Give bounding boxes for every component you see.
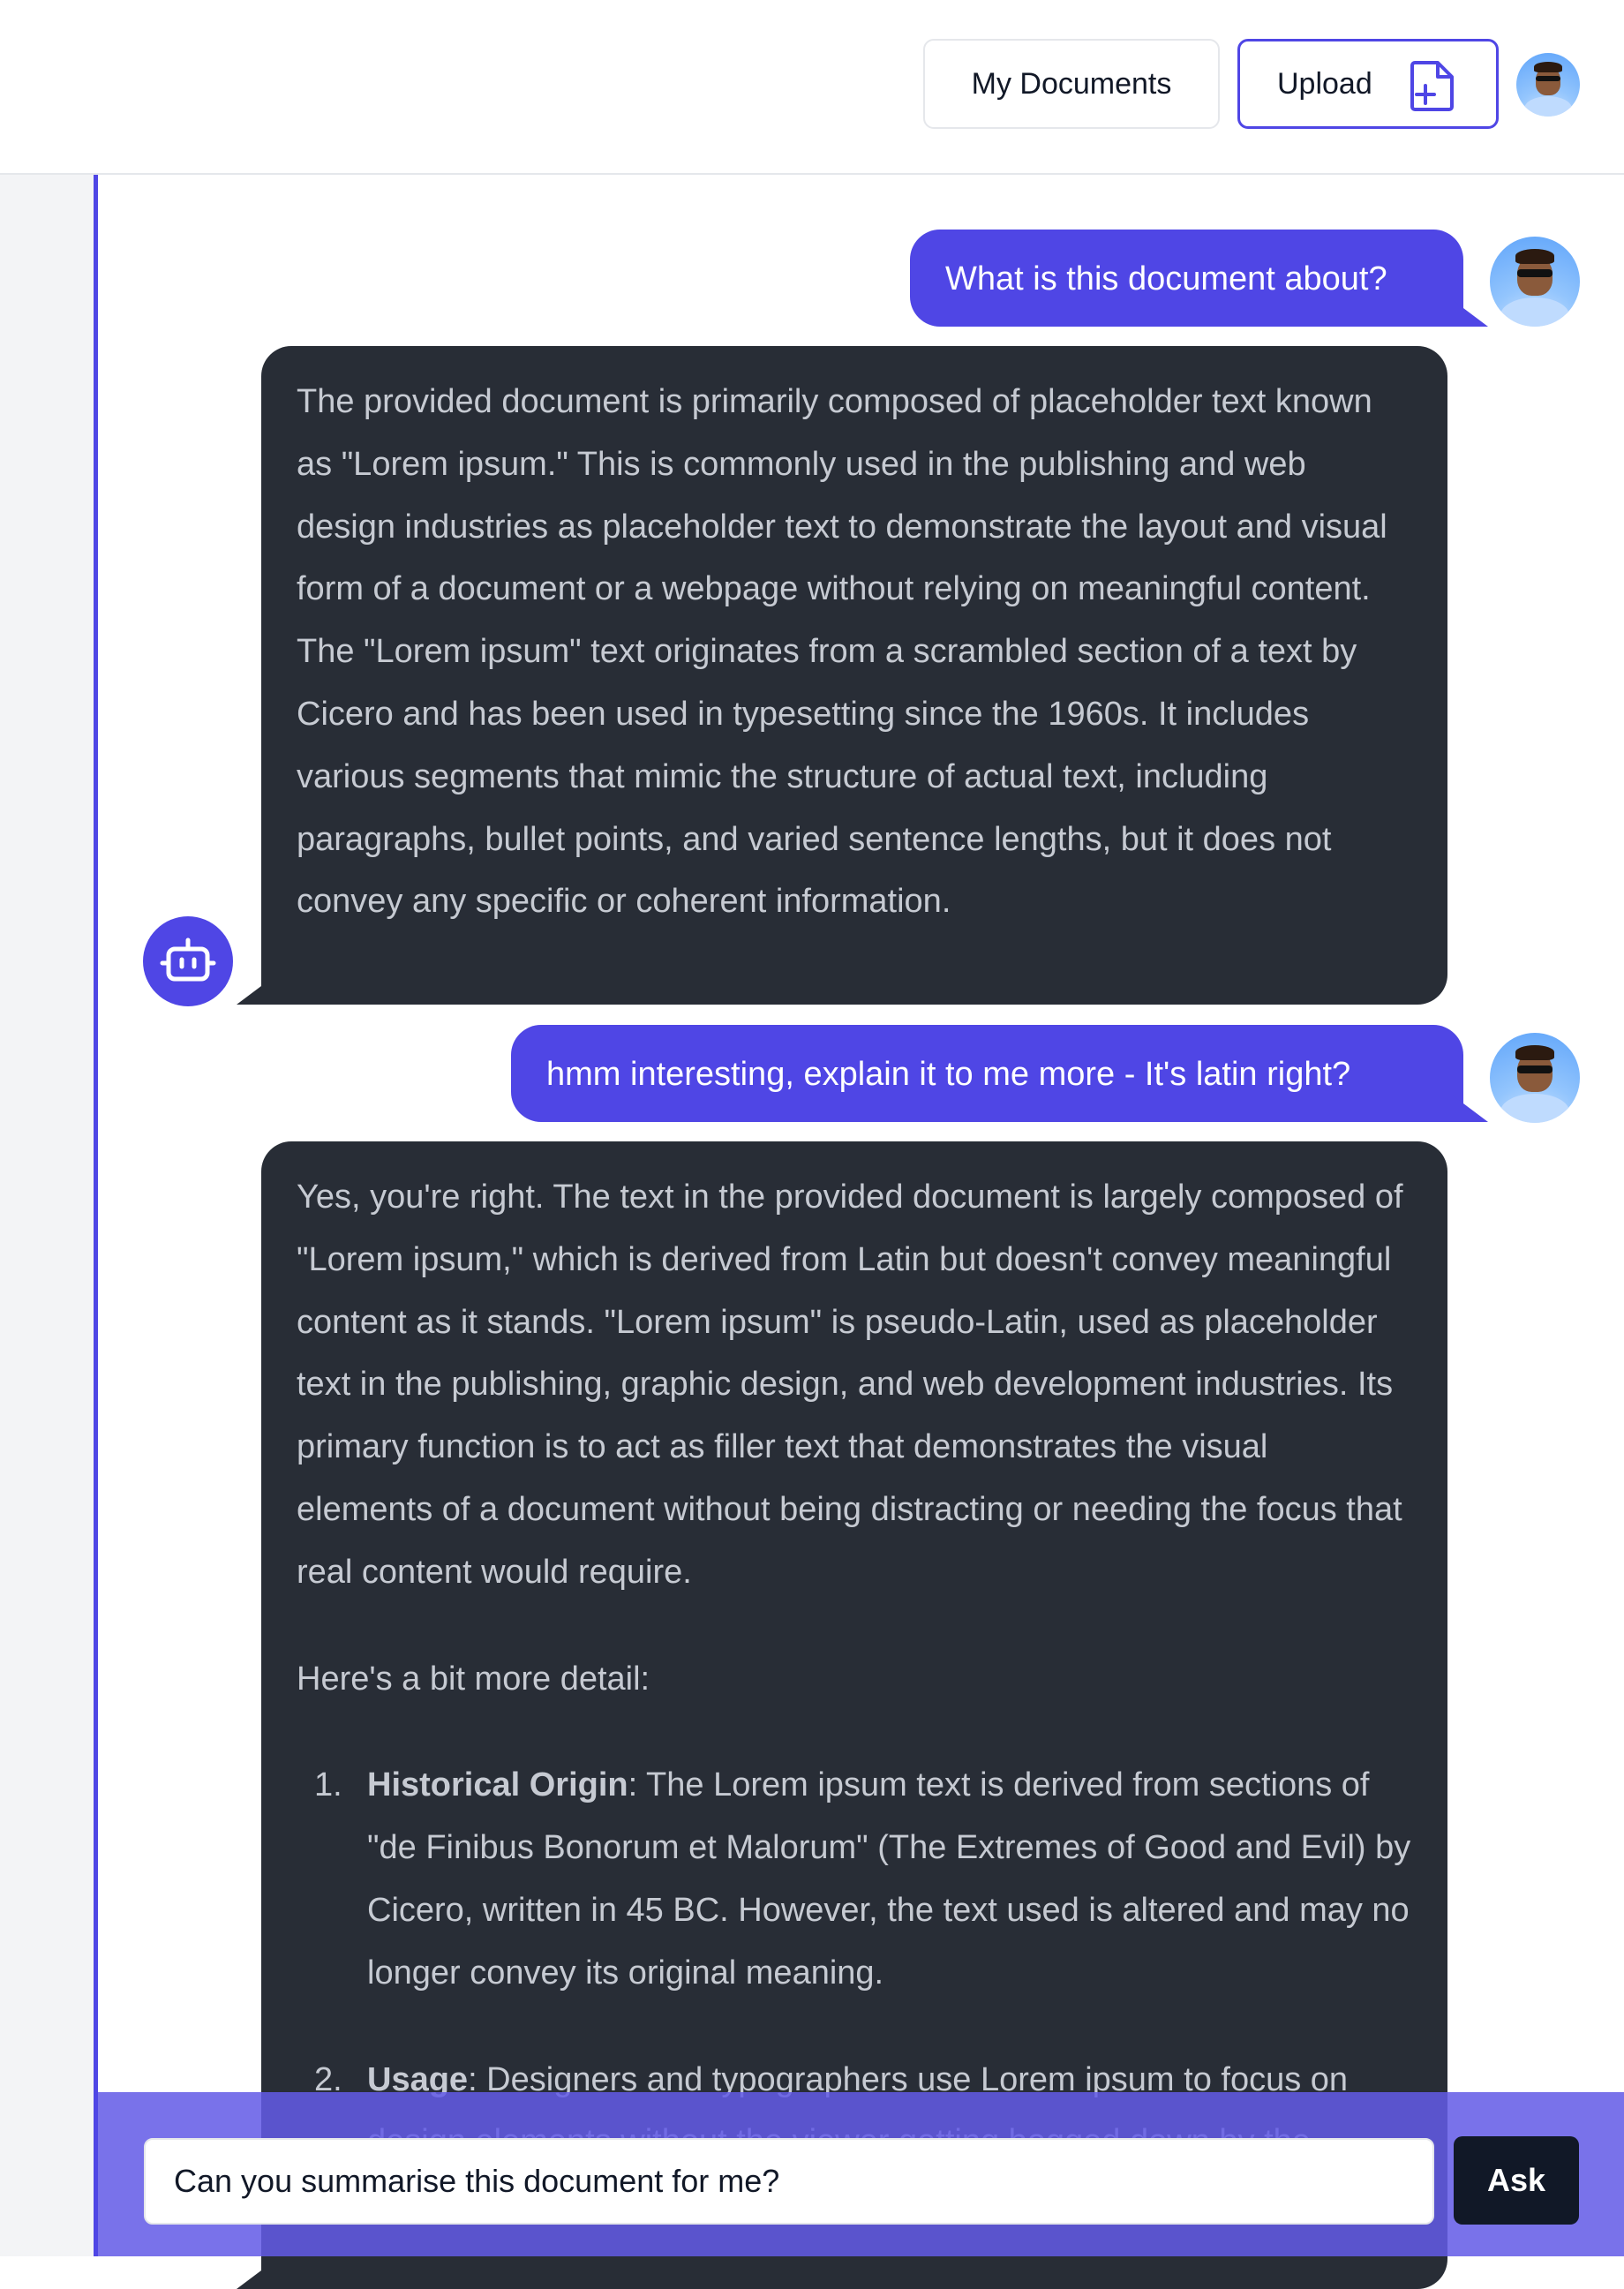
ask-button[interactable]: Ask: [1454, 2136, 1579, 2225]
bot-message: The provided document is primarily compo…: [261, 346, 1447, 1005]
user-avatar[interactable]: [1516, 53, 1580, 117]
upload-button[interactable]: Upload: [1237, 39, 1499, 129]
file-plus-icon: [1410, 61, 1454, 111]
user-message: hmm interesting, explain it to me more -…: [511, 1025, 1463, 1122]
bot-message-paragraph: Here's a bit more detail:: [297, 1660, 650, 1698]
user-message-avatar: [1490, 1033, 1580, 1123]
ask-button-label: Ask: [1486, 2162, 1546, 2198]
my-documents-button[interactable]: My Documents: [923, 39, 1220, 129]
bot-message-paragraph: Yes, you're right. The text in the provi…: [297, 1178, 1403, 1591]
robot-icon: [160, 937, 216, 982]
upload-label: Upload: [1277, 66, 1372, 101]
my-documents-label: My Documents: [971, 66, 1172, 101]
bot-avatar: [143, 916, 233, 1006]
list-item-number: 1.: [314, 1766, 342, 1804]
bot-message-paragraph: The provided document is primarily compo…: [297, 383, 1387, 921]
list-item-title: Historical Origin: [367, 1766, 628, 1804]
user-message-text: What is this document about?: [945, 260, 1387, 297]
user-message-text: hmm interesting, explain it to me more -…: [546, 1056, 1351, 1093]
question-input[interactable]: [144, 2138, 1434, 2225]
list-item: 1. Historical Origin: The Lorem ipsum tex…: [297, 1754, 1412, 2004]
top-bar: My Documents Upload: [0, 0, 1624, 175]
user-message: What is this document about?: [910, 230, 1463, 327]
user-message-avatar: [1490, 237, 1580, 327]
